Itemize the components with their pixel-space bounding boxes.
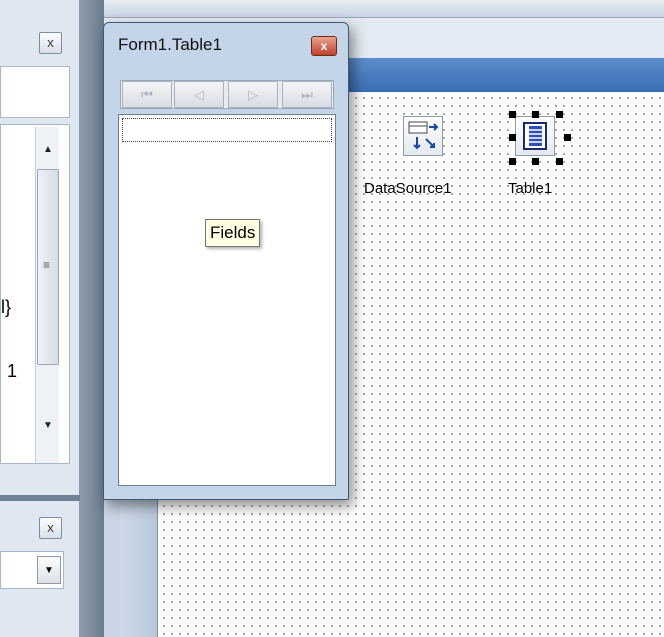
designer-tab-bar: Sh <box>104 0 664 37</box>
bottom-dock-panel: x ▼ <box>0 501 80 637</box>
tooltip-text: Fields <box>210 223 256 242</box>
selection-handle[interactable] <box>509 111 516 118</box>
tooltip: Fields <box>205 219 261 247</box>
inspector-scrollbar[interactable]: ▲ ≡ ▼ <box>35 127 59 463</box>
close-icon: x <box>47 35 54 50</box>
scroll-up-button[interactable]: ▲ <box>37 141 59 159</box>
scroll-thumb[interactable]: ≡ <box>37 169 59 365</box>
selection-handle[interactable] <box>532 158 539 165</box>
fields-list[interactable] <box>118 114 336 486</box>
dropdown-button[interactable]: ▼ <box>37 556 61 584</box>
inspector-close-button[interactable]: x <box>39 32 62 54</box>
selection-handle[interactable] <box>564 134 571 141</box>
nav-next-button[interactable]: ▷ <box>228 81 278 108</box>
close-icon: x <box>47 520 54 535</box>
dock-combo[interactable]: ▼ <box>0 551 64 589</box>
fields-editor-window[interactable]: Form1.Table1 x ⏮ ◁ ▷ ⏭ <box>103 22 349 500</box>
chevron-down-icon: ▼ <box>44 565 54 576</box>
first-record-icon: ⏮ <box>141 87 153 102</box>
last-record-icon: ⏭ <box>301 87 313 102</box>
arrow-down-icon: ▼ <box>43 420 53 431</box>
selection-handle[interactable] <box>556 158 563 165</box>
object-inspector-panel: x l} 1 ▲ ≡ ▼ <box>0 0 80 495</box>
window-close-button[interactable]: x <box>311 36 337 56</box>
window-title: Form1.Table1 <box>118 35 222 54</box>
selection-handle[interactable] <box>509 158 516 165</box>
dock-close-button[interactable]: x <box>39 517 62 539</box>
nav-first-button[interactable]: ⏮ <box>122 81 172 108</box>
inspector-combo[interactable] <box>0 66 70 118</box>
close-icon: x <box>320 39 328 53</box>
table-icon[interactable] <box>515 116 555 156</box>
selection-handle[interactable] <box>532 111 539 118</box>
record-navigator: ⏮ ◁ ▷ ⏭ <box>120 80 334 109</box>
grip-icon: ≡ <box>43 258 51 272</box>
grid-value-fragment-2: 1 <box>7 361 18 381</box>
grid-value-fragment: l} <box>1 297 12 317</box>
next-record-icon: ▷ <box>248 87 258 102</box>
selection-handle[interactable] <box>556 111 563 118</box>
datasource-icon[interactable] <box>403 116 443 156</box>
dock-splitter[interactable] <box>80 0 104 637</box>
nav-last-button[interactable]: ⏭ <box>282 81 332 108</box>
selection-handle[interactable] <box>509 134 516 141</box>
arrow-up-icon: ▲ <box>43 144 53 155</box>
nav-prev-button[interactable]: ◁ <box>174 81 224 108</box>
inspector-grid[interactable]: l} 1 ▲ ≡ ▼ <box>0 124 70 464</box>
list-item[interactable] <box>122 118 332 142</box>
prev-record-icon: ◁ <box>194 87 204 102</box>
datasource-label: DataSource1 <box>364 180 452 197</box>
table-label: Table1 <box>508 180 553 197</box>
scroll-down-button[interactable]: ▼ <box>37 417 59 435</box>
